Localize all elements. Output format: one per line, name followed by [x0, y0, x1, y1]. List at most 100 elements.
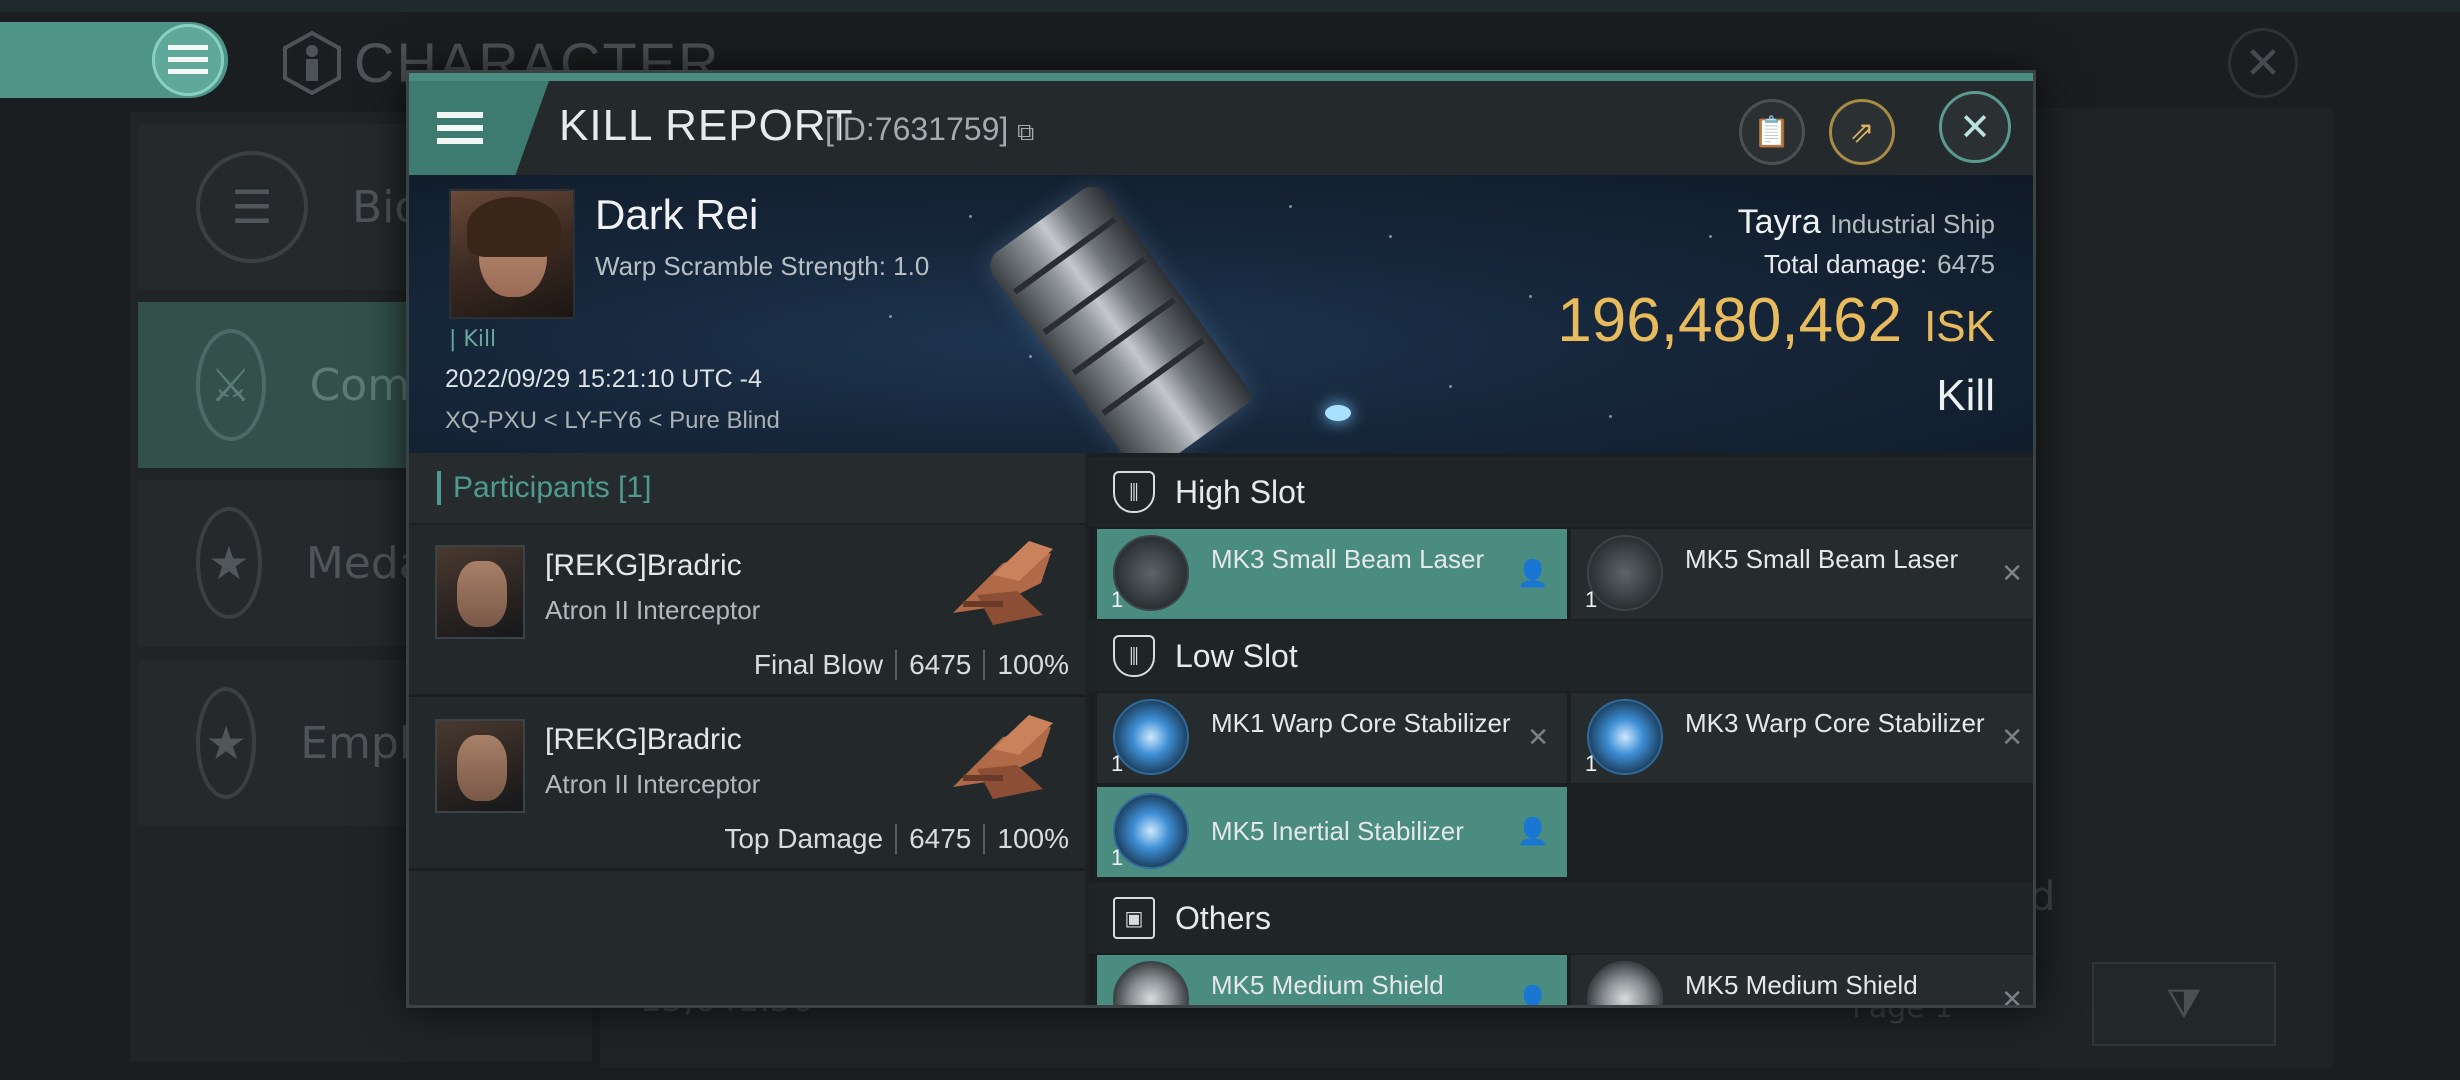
- module-name: MK5 Medium Shield: [1685, 970, 1918, 1000]
- kill-tag: | Kill: [449, 327, 497, 352]
- kill-id-text: [ID:7631759]: [825, 111, 1009, 147]
- character-icon: [283, 30, 341, 95]
- destroyed-icon: ✕: [2001, 559, 2023, 589]
- victim-ship-class: Industrial Ship: [1830, 209, 1995, 239]
- destroyed-icon: ✕: [2001, 985, 2023, 1008]
- fitting-panel: ⫼ High Slot 1 MK3 Small Beam Laser 👤 1 M…: [1089, 453, 2033, 1008]
- clipboard-button[interactable]: 📋: [1739, 99, 1805, 165]
- destroyed-icon: ✕: [1527, 723, 1549, 753]
- warp-scramble-strength: Warp Scramble Strength: 1.0: [595, 251, 930, 281]
- participant-stats: Top Damage 6475 100%: [724, 823, 1069, 855]
- participant-ship-image: [953, 715, 1053, 799]
- kill-location[interactable]: XQ-PXU < LY-FY6 < Pure Blind: [445, 407, 780, 435]
- isk-value: 196,480,462 ISK: [1557, 285, 1995, 356]
- module-item[interactable]: 1 MK5 Medium Shield ✕: [1571, 955, 2033, 1008]
- participant-avatar: [435, 719, 525, 813]
- victim-name[interactable]: Dark Rei: [595, 191, 758, 239]
- engine-glow: [1325, 405, 1351, 421]
- module-name: MK1 Warp Core Stabilizer: [1211, 708, 1511, 738]
- isk-amount: 196,480,462: [1557, 286, 1903, 355]
- victim-ship-image: [983, 179, 1255, 453]
- bg-nav-bio[interactable]: ☰ Bio: [138, 124, 438, 290]
- module-item[interactable]: 1 MK5 Medium Shield 👤: [1097, 955, 1567, 1008]
- dropped-icon: 👤: [1516, 817, 1549, 847]
- share-button[interactable]: ⇗: [1829, 99, 1895, 165]
- module-name: MK5 Small Beam Laser: [1685, 544, 1959, 574]
- copy-icon[interactable]: ⧉: [1017, 119, 1034, 146]
- bg-close-button[interactable]: ✕: [2228, 28, 2298, 98]
- participant-percent: 100%: [997, 649, 1069, 680]
- close-icon: ✕: [2244, 37, 2282, 89]
- close-button[interactable]: ✕: [1939, 91, 2011, 163]
- warp-core-stabilizer-icon: [1587, 699, 1663, 775]
- isk-unit: ISK: [1924, 302, 1995, 351]
- participant-name: [REKG]Bradric: [545, 723, 742, 756]
- low-slot-icon: ⫼: [1113, 635, 1155, 677]
- close-icon: ✕: [1959, 105, 1991, 149]
- dropped-icon: 👤: [1516, 985, 1549, 1008]
- total-damage-label: Total damage:: [1763, 249, 1928, 279]
- shield-extender-icon: [1113, 961, 1189, 1005]
- module-item[interactable]: 1 MK5 Inertial Stabilizer 👤: [1097, 787, 1567, 877]
- menu-icon: [168, 45, 208, 74]
- total-damage: Total damage: 6475: [1764, 249, 1995, 280]
- participant-ship: Atron II Interceptor: [545, 769, 761, 799]
- module-qty: 1: [1111, 845, 1124, 870]
- modal-accent-line: [409, 73, 2033, 81]
- shield-extender-icon: [1587, 961, 1663, 1005]
- kill-report-modal: KILL REPORT [ID:7631759] ⧉ 📋 ⇗ ✕ Dark Re…: [406, 70, 2036, 1008]
- module-item[interactable]: 1 MK5 Small Beam Laser ✕: [1571, 529, 2033, 619]
- total-damage-value: 6475: [1937, 249, 1995, 279]
- others-header: ▣ Others: [1089, 883, 2033, 953]
- module-name: MK3 Warp Core Stabilizer: [1685, 708, 1985, 738]
- others-title: Others: [1175, 899, 1272, 936]
- participant-percent: 100%: [997, 823, 1069, 854]
- module-qty: 1: [1111, 751, 1124, 776]
- filter-icon: ⧩: [2166, 981, 2202, 1027]
- participant-stats: Final Blow 6475 100%: [754, 649, 1069, 681]
- victim-portrait[interactable]: [449, 189, 575, 319]
- kill-result: Kill: [1936, 371, 1995, 420]
- module-item[interactable]: 1 MK1 Warp Core Stabilizer ✕: [1097, 693, 1567, 783]
- module-item[interactable]: 1 MK3 Warp Core Stabilizer ✕: [1571, 693, 2033, 783]
- beam-laser-icon: [1587, 535, 1663, 611]
- employment-icon: ★: [196, 687, 257, 799]
- victim-ship[interactable]: Tayra Industrial Ship: [1738, 203, 1995, 242]
- combat-icon: ⚔: [196, 329, 266, 441]
- bg-nav-employment[interactable]: ★ Emplo: [138, 660, 438, 826]
- medal-icon: ★: [196, 507, 262, 619]
- participant-row[interactable]: [REKG]Bradric Atron II Interceptor Final…: [409, 525, 1085, 697]
- module-qty: 1: [1585, 751, 1598, 776]
- dropped-icon: 👤: [1516, 559, 1549, 589]
- victim-banner: Dark Rei Warp Scramble Strength: 1.0 | K…: [409, 175, 2033, 453]
- high-slot-header: ⫼ High Slot: [1089, 457, 2033, 527]
- destroyed-icon: ✕: [2001, 723, 2023, 753]
- bg-menu-button[interactable]: [152, 24, 224, 96]
- participant-damage: 6475: [909, 649, 972, 680]
- bg-nav-medal[interactable]: ★ Medal: [138, 480, 438, 646]
- victim-ship-name: Tayra: [1737, 203, 1821, 241]
- low-slot-title: Low Slot: [1175, 637, 1298, 674]
- participant-name: [REKG]Bradric: [545, 549, 742, 582]
- participant-row[interactable]: [REKG]Bradric Atron II Interceptor Top D…: [409, 699, 1085, 871]
- kill-datetime: 2022/09/29 15:21:10 UTC -4: [445, 365, 762, 393]
- share-icon: ⇗: [1849, 114, 1875, 150]
- participants-title: Participants [1]: [453, 471, 652, 504]
- high-slot-title: High Slot: [1175, 473, 1305, 510]
- participants-panel: Participants [1] [REKG]Bradric Atron II …: [409, 453, 1085, 1005]
- participant-ship: Atron II Interceptor: [545, 595, 761, 625]
- bg-filter-button[interactable]: ⧩: [2092, 962, 2276, 1046]
- modal-title: KILL REPORT: [559, 101, 854, 150]
- inertial-stabilizer-icon: [1113, 793, 1189, 869]
- warp-core-stabilizer-icon: [1113, 699, 1189, 775]
- participant-role: Top Damage: [724, 823, 884, 854]
- cargo-icon: ▣: [1113, 897, 1155, 939]
- menu-icon: [437, 112, 483, 144]
- module-qty: 1: [1585, 587, 1598, 612]
- high-slot-icon: ⫼: [1113, 471, 1155, 513]
- module-item[interactable]: 1 MK3 Small Beam Laser 👤: [1097, 529, 1567, 619]
- bg-nav-combat[interactable]: ⚔ Comb: [138, 302, 438, 468]
- low-slot-header: ⫼ Low Slot: [1089, 621, 2033, 691]
- participant-role: Final Blow: [753, 649, 884, 680]
- kill-id[interactable]: [ID:7631759] ⧉: [825, 111, 1034, 148]
